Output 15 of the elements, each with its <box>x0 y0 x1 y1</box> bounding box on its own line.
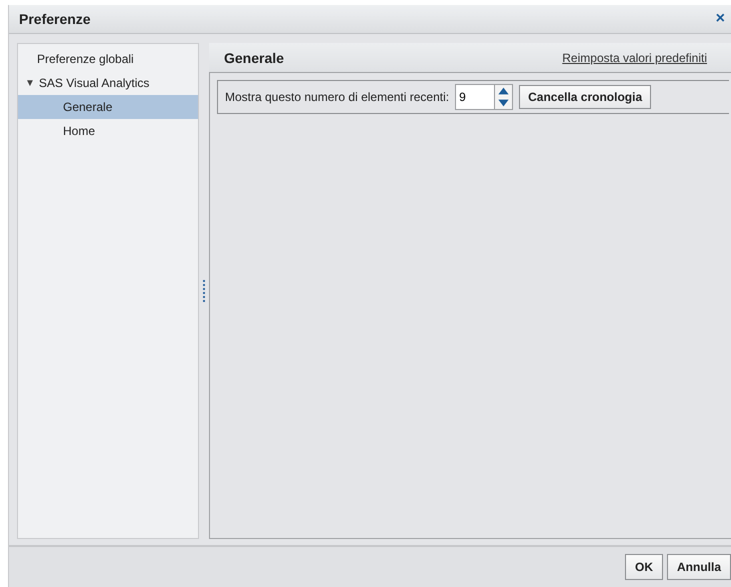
panel-title: Generale <box>224 50 284 66</box>
splitter-handle-icon[interactable] <box>203 279 205 303</box>
expand-toggle-icon[interactable]: ▼ <box>25 78 35 88</box>
number-field[interactable]: 9 <box>455 84 496 110</box>
reset-defaults-link[interactable]: Reimposta valori predefiniti <box>562 50 707 64</box>
close-button[interactable]: × <box>716 10 725 28</box>
tree-item[interactable]: ▼ SAS Visual Analytics <box>18 71 198 95</box>
field-label: Mostra questo numero di elementi recenti: <box>225 90 450 104</box>
clear-history-button[interactable]: Cancella cronologia <box>519 85 652 109</box>
tree-item[interactable]: Preferenze globali <box>18 47 198 71</box>
window-title: Preferenze <box>19 11 91 27</box>
dialog-button[interactable]: Annulla <box>667 554 731 580</box>
dialog-button[interactable]: OK <box>625 554 663 580</box>
tree-item[interactable]: Generale <box>18 95 198 119</box>
tree-item[interactable]: Home <box>18 119 198 143</box>
